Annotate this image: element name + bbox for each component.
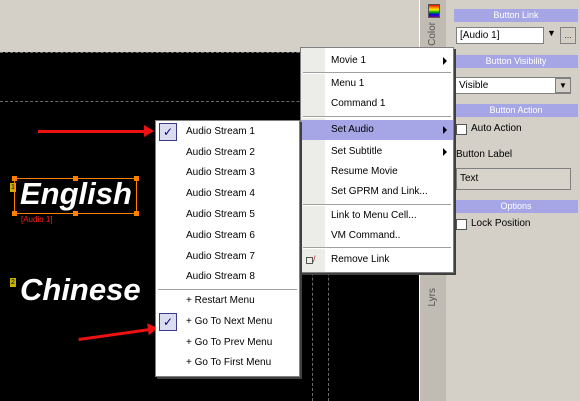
chevron-down-icon[interactable]: ▼: [547, 28, 556, 38]
set-audio-submenu: ✓ Audio Stream 1 Audio Stream 2 Audio Str…: [155, 120, 300, 377]
menu-item-audio-stream-1[interactable]: ✓ Audio Stream 1: [156, 122, 299, 142]
menu-item-go-to-next-menu[interactable]: ✓ + Go To Next Menu: [156, 312, 299, 332]
menu-item-command[interactable]: Command 1: [301, 94, 453, 114]
english-button-text[interactable]: English: [20, 176, 132, 212]
lock-position-label: Lock Position: [471, 218, 531, 229]
auto-action-checkbox[interactable]: [456, 124, 467, 135]
tab-color[interactable]: Color: [427, 22, 438, 46]
resize-handle[interactable]: [12, 176, 17, 181]
menu-item-resume-movie[interactable]: Resume Movie: [301, 162, 453, 182]
menu-item-audio-stream-5[interactable]: Audio Stream 5: [156, 205, 299, 225]
checkmark-icon: ✓: [159, 313, 177, 331]
button-number-badge: 2: [10, 278, 16, 287]
section-options: Options: [454, 200, 578, 213]
properties-panel: Button Link [Audio 1] ▼ … Button Visibil…: [446, 0, 580, 401]
menu-item-menu[interactable]: Menu 1: [301, 74, 453, 94]
menu-item-go-to-prev-menu[interactable]: + Go To Prev Menu: [156, 333, 299, 353]
button-label-input[interactable]: Text: [456, 168, 571, 190]
unlink-icon-slash: /: [313, 254, 316, 264]
canvas-top-margin: [0, 0, 420, 52]
menu-item-set-gprm[interactable]: Set GPRM and Link...: [301, 182, 453, 202]
section-button-visibility: Button Visibility: [454, 55, 578, 68]
menu-item-restart-menu[interactable]: + Restart Menu: [156, 291, 299, 311]
menu-item-vm-command[interactable]: VM Command..: [301, 226, 453, 246]
unlink-icon: [306, 257, 313, 264]
menu-item-set-audio[interactable]: Set Audio: [301, 120, 453, 140]
menu-item-go-to-first-menu[interactable]: + Go To First Menu: [156, 353, 299, 373]
menu-item-remove-link[interactable]: / Remove Link: [301, 250, 453, 270]
link-options-button[interactable]: …: [560, 27, 576, 44]
menu-separator: [303, 247, 451, 249]
link-context-menu: Movie 1 Menu 1 Command 1 Set Audio Set S…: [300, 47, 454, 273]
resize-handle[interactable]: [134, 176, 139, 181]
resize-handle[interactable]: [134, 211, 139, 216]
color-palette-icon[interactable]: [428, 4, 440, 18]
checkmark-icon: ✓: [159, 123, 177, 141]
menu-item-link-menu-cell[interactable]: Link to Menu Cell...: [301, 206, 453, 226]
resize-handle[interactable]: [12, 211, 17, 216]
menu-item-audio-stream-6[interactable]: Audio Stream 6: [156, 226, 299, 246]
menu-item-set-subtitle[interactable]: Set Subtitle: [301, 142, 453, 162]
menu-item-audio-stream-3[interactable]: Audio Stream 3: [156, 163, 299, 183]
button-label-heading: Button Label: [456, 149, 513, 160]
button-link-field[interactable]: [Audio 1]: [456, 27, 544, 44]
button-link-tag: [Audio 1]: [21, 215, 53, 224]
submenu-arrow-icon: [443, 148, 447, 156]
chinese-button-text[interactable]: Chinese: [20, 272, 141, 308]
menu-item-movie[interactable]: Movie 1: [301, 51, 453, 71]
menu-item-audio-stream-8[interactable]: Audio Stream 8: [156, 267, 299, 287]
menu-item-audio-stream-4[interactable]: Audio Stream 4: [156, 184, 299, 204]
visibility-select[interactable]: Visible: [455, 77, 571, 94]
section-button-action: Button Action: [454, 104, 578, 117]
menu-item-audio-stream-7[interactable]: Audio Stream 7: [156, 247, 299, 267]
annotation-arrow: [38, 125, 154, 137]
chevron-down-icon[interactable]: ▼: [555, 78, 571, 93]
menu-separator: [303, 116, 451, 118]
submenu-arrow-icon: [443, 57, 447, 65]
menu-item-audio-stream-2[interactable]: Audio Stream 2: [156, 143, 299, 163]
auto-action-label: Auto Action: [471, 123, 522, 134]
submenu-arrow-icon: [443, 126, 447, 134]
section-button-link: Button Link: [454, 9, 578, 22]
lock-position-checkbox[interactable]: [456, 219, 467, 230]
tab-layers[interactable]: Lyrs: [427, 288, 438, 307]
